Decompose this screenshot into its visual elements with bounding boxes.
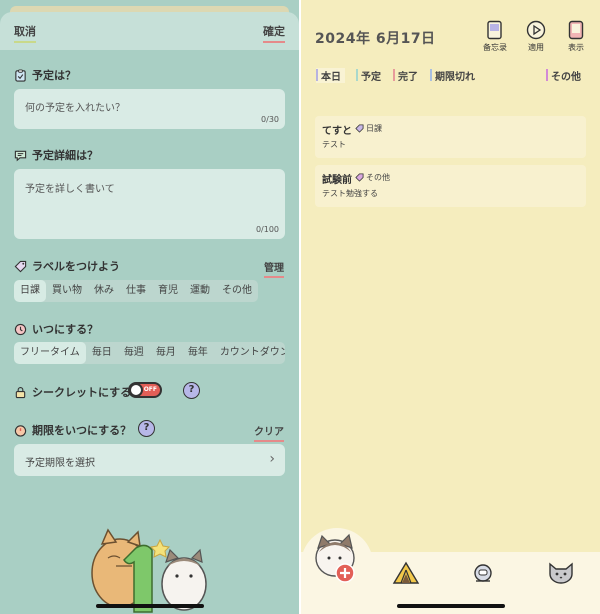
deadline-help-icon[interactable]: ?	[138, 420, 155, 437]
label-option[interactable]: 育児	[152, 280, 184, 302]
label-option[interactable]: 休み	[88, 280, 120, 302]
filter-other[interactable]: その他	[546, 68, 581, 83]
filter-done[interactable]: 完了	[393, 68, 418, 83]
title-input[interactable]: 何の予定を入れたい？ 0/30	[14, 89, 285, 129]
detail-char-count: 0/100	[255, 225, 279, 234]
memo-icon	[487, 20, 502, 40]
display-button[interactable]: 表示	[559, 20, 593, 53]
deadline-picker[interactable]: 予定期限を選択 ›	[14, 444, 285, 476]
item-detail: テスト勉強する	[322, 189, 378, 198]
add-schedule-button[interactable]	[307, 530, 365, 586]
schedule-item[interactable]: てすと 日課 テスト	[315, 116, 586, 158]
clear-deadline-button[interactable]: クリア	[254, 423, 284, 442]
repeat-option[interactable]: 毎年	[182, 342, 214, 364]
repeat-option[interactable]: カウントダウン	[214, 342, 285, 364]
clipboard-icon	[15, 68, 26, 82]
lock-icon	[15, 386, 26, 398]
cat-icon[interactable]	[546, 559, 576, 585]
repeat-option[interactable]: 毎週	[118, 342, 150, 364]
deadline-placeholder: 予定期限を選択	[25, 458, 95, 469]
label-section-heading: ラベルをつけよう	[14, 258, 120, 274]
chat-bubble-icon	[14, 150, 27, 161]
filter-tabs: 本日 予定 完了 期限切れ その他	[316, 68, 586, 84]
title-char-count: 0/30	[261, 115, 279, 124]
secret-toggle[interactable]: OFF	[128, 382, 162, 398]
label-option[interactable]: 運動	[184, 280, 216, 302]
memo-button[interactable]: 备忘录	[478, 20, 512, 53]
schedule-panel: 2024年 6月17日 备忘录 適用 表示 本日 予定 完了 期限切れ その他 …	[301, 0, 600, 614]
label-option[interactable]: 仕事	[120, 280, 152, 302]
secret-label: シークレットにする	[32, 386, 132, 399]
title-section-heading: 予定は？	[14, 67, 76, 83]
apply-label: 適用	[528, 43, 544, 52]
display-label: 表示	[568, 43, 584, 52]
clock-icon	[14, 323, 27, 335]
cat-mascot-illustration	[91, 528, 207, 613]
repeat-heading-text: いつにする？	[32, 323, 99, 336]
schedule-item[interactable]: 試験前 その他 テスト勉強する	[315, 165, 586, 207]
title-placeholder: 何の予定を入れたい？	[25, 103, 125, 114]
repeat-option[interactable]: 毎月	[150, 342, 182, 364]
home-indicator	[96, 604, 204, 608]
home-indicator	[397, 604, 505, 608]
deadline-heading-text: 期限をいつにする？	[32, 424, 132, 437]
sheet-header: 取消 確定	[0, 12, 299, 50]
label-heading-text: ラベルをつけよう	[32, 260, 120, 273]
current-date: 2024年 6月17日	[315, 31, 436, 47]
play-icon	[526, 20, 546, 40]
filter-today[interactable]: 本日	[316, 68, 345, 83]
detail-placeholder: 予定を詳しく書いて	[25, 184, 115, 195]
detail-heading-text: 予定詳細は？	[32, 149, 98, 162]
toggle-state-text: OFF	[143, 386, 157, 393]
phone-icon	[568, 20, 584, 40]
memo-label: 备忘录	[483, 43, 507, 52]
timer-icon	[14, 424, 27, 437]
filter-expired[interactable]: 期限切れ	[430, 68, 475, 83]
item-label: その他	[355, 172, 390, 183]
filter-scheduled[interactable]: 予定	[356, 68, 381, 83]
item-label-text: 日課	[366, 124, 382, 133]
toggle-knob	[129, 383, 143, 397]
secret-row: シークレットにする	[14, 384, 131, 400]
repeat-option[interactable]: フリータイム	[14, 342, 86, 364]
label-option[interactable]: その他	[216, 280, 258, 302]
detail-section-heading: 予定詳細は？	[14, 147, 98, 163]
confirm-button[interactable]: 確定	[263, 23, 285, 43]
repeat-selector: フリータイム 毎日 毎週 毎月 毎年 カウントダウン	[14, 342, 285, 364]
label-option[interactable]: 日課	[14, 280, 46, 302]
apply-button[interactable]: 適用	[519, 20, 553, 53]
tag-icon	[14, 260, 27, 272]
item-label: 日課	[355, 123, 382, 134]
tag-icon	[355, 173, 364, 182]
tag-icon	[355, 124, 364, 133]
chevron-right-icon: ›	[269, 451, 275, 467]
item-label-text: その他	[366, 173, 390, 182]
title-heading-text: 予定は？	[32, 69, 76, 82]
manage-labels-button[interactable]: 管理	[264, 259, 284, 278]
cancel-button[interactable]: 取消	[14, 23, 36, 43]
item-detail: テスト	[322, 140, 346, 149]
repeat-option[interactable]: 毎日	[86, 342, 118, 364]
deadline-section-heading: 期限をいつにする？	[14, 422, 131, 438]
label-selector: 日課 買い物 休み 仕事 育児 運動 その他	[14, 280, 258, 302]
repeat-section-heading: いつにする？	[14, 321, 98, 337]
item-title: てすと	[322, 126, 352, 137]
label-option[interactable]: 買い物	[46, 280, 88, 302]
detail-textarea[interactable]: 予定を詳しく書いて 0/100	[14, 169, 285, 239]
item-title: 試験前	[322, 175, 352, 186]
robot-icon[interactable]	[471, 561, 495, 585]
secret-help-icon[interactable]: ?	[183, 382, 200, 399]
tent-icon[interactable]	[392, 560, 420, 586]
add-schedule-panel: 取消 確定 予定は？ 何の予定を入れたい？ 0/30 予定詳細は？ 予定を詳しく…	[0, 0, 299, 614]
